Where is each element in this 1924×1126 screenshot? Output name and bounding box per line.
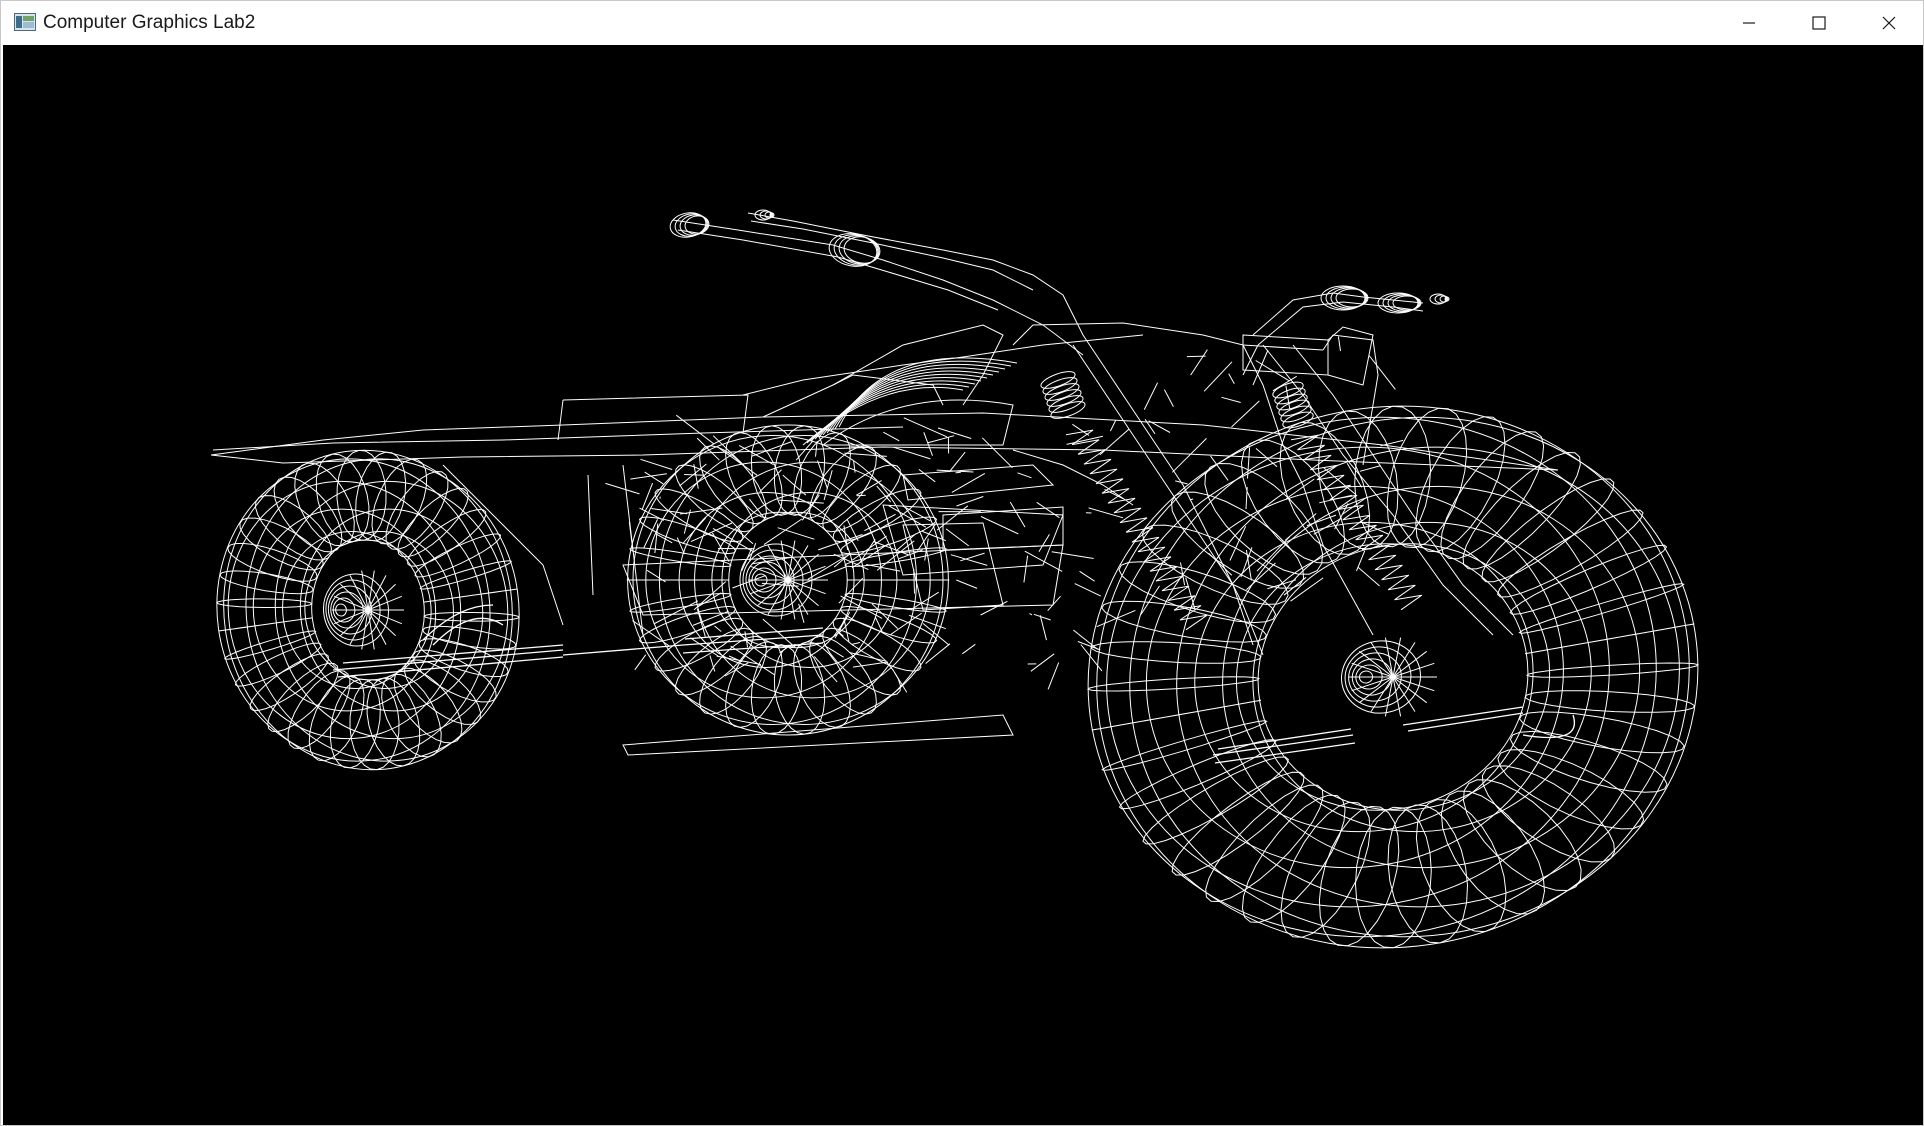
front-wheel [1087, 405, 1699, 949]
window-title: Computer Graphics Lab2 [43, 12, 256, 33]
close-button[interactable] [1854, 1, 1924, 45]
minimize-button[interactable] [1714, 1, 1784, 45]
motorcycle-wireframe [3, 45, 1923, 1125]
maximize-icon [1812, 16, 1826, 30]
rear-wheel [216, 449, 520, 771]
maximize-button[interactable] [1784, 1, 1854, 45]
close-icon [1882, 16, 1896, 30]
render-viewport[interactable] [3, 45, 1923, 1125]
application-window: Computer Graphics Lab2 [0, 0, 1924, 1126]
handlebars [669, 209, 1450, 386]
internal-mesh [605, 336, 1404, 693]
motorcycle-body [210, 322, 1559, 756]
middle-wheel [626, 424, 950, 736]
minimize-icon [1743, 22, 1755, 24]
title-bar[interactable]: Computer Graphics Lab2 [1, 1, 1923, 45]
app-icon [14, 13, 36, 31]
